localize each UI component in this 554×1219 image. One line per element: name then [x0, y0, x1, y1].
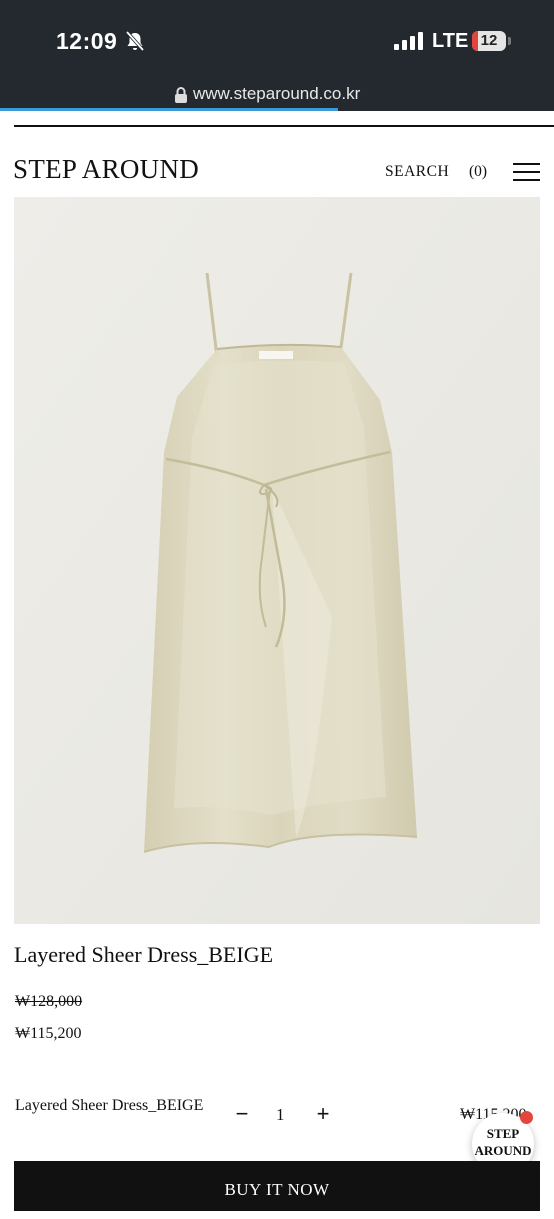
- url-text[interactable]: www.steparound.co.kr: [193, 84, 360, 104]
- network-type: LTE: [432, 30, 469, 52]
- address-bar[interactable]: www.steparound.co.kr: [0, 84, 554, 110]
- search-link[interactable]: SEARCH: [385, 163, 449, 181]
- bell-muted-icon: [125, 30, 145, 52]
- buy-now-button[interactable]: BUY IT NOW: [14, 1161, 540, 1211]
- dress-illustration: [14, 197, 540, 924]
- battery-tip: [508, 37, 511, 45]
- quantity-increase-button[interactable]: +: [314, 1103, 332, 1125]
- sale-price: ₩115,200: [15, 1025, 82, 1042]
- quantity-value[interactable]: 1: [276, 1105, 285, 1125]
- quantity-decrease-button[interactable]: −: [234, 1103, 250, 1125]
- site-logo[interactable]: STEP AROUND: [13, 154, 199, 185]
- lock-icon: [175, 87, 187, 103]
- notification-dot: [520, 1111, 533, 1124]
- product-title: Layered Sheer Dress_BEIGE: [14, 942, 274, 967]
- menu-icon[interactable]: [513, 163, 540, 182]
- status-time: 12:09: [56, 28, 118, 54]
- product-image[interactable]: [14, 197, 540, 924]
- status-bar: 12:09 LTE 12: [0, 0, 554, 84]
- signal-icon: [394, 32, 423, 50]
- badge-label-line2: AROUND: [474, 1143, 532, 1158]
- original-price: ₩128,000: [15, 993, 83, 1010]
- battery-level: 12: [480, 32, 498, 49]
- header-divider: [14, 125, 554, 127]
- page-load-progress: [0, 108, 338, 111]
- cart-count-link[interactable]: (0): [469, 163, 487, 181]
- battery-icon: 12: [472, 31, 506, 51]
- badge-label-line1: STEP: [486, 1126, 520, 1141]
- selected-option-name: Layered Sheer Dress_BEIGE: [15, 1097, 204, 1114]
